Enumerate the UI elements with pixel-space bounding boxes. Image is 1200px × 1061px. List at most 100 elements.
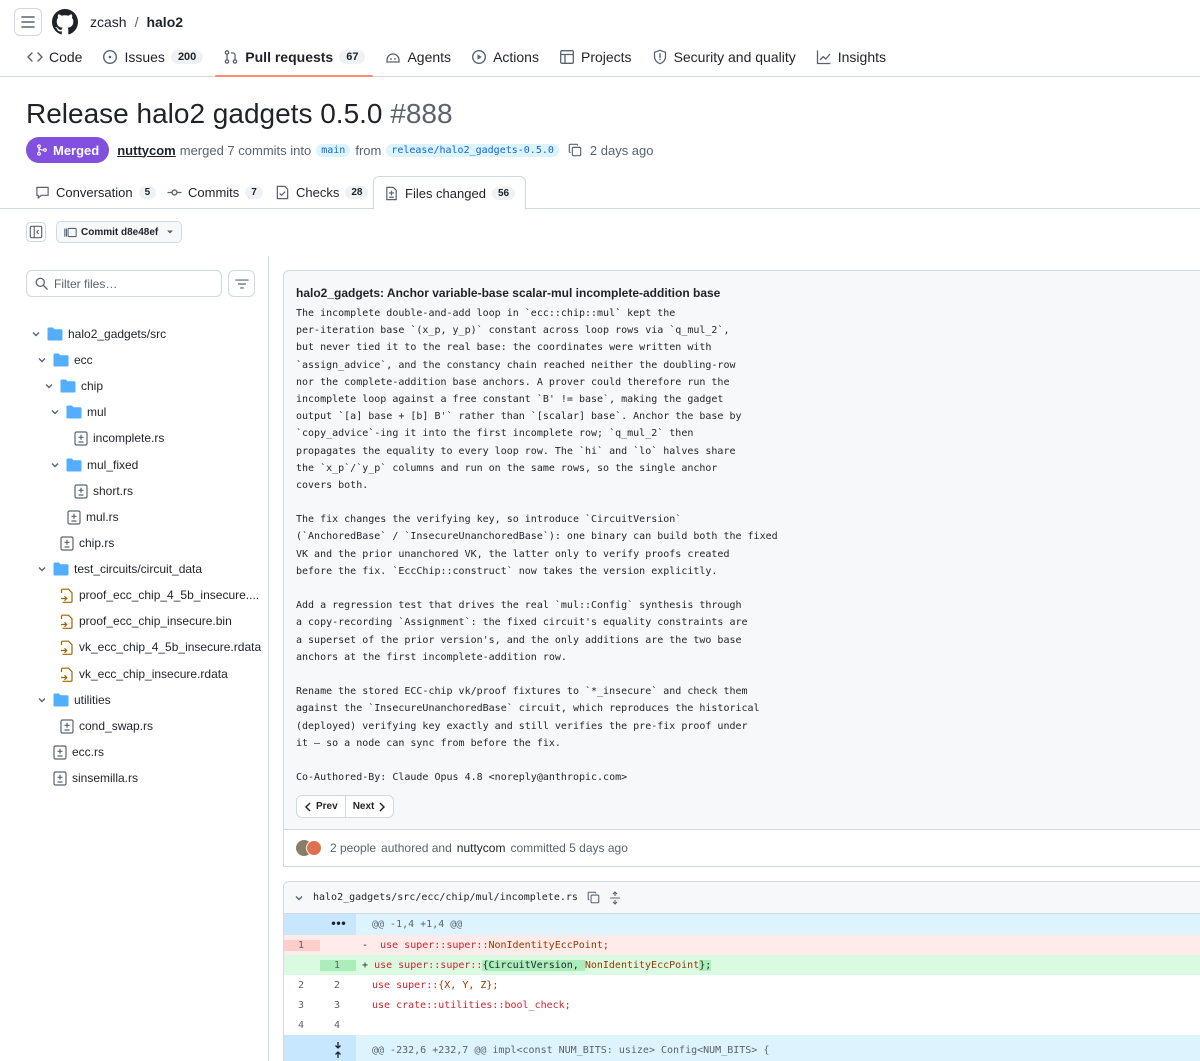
old-line-number[interactable]: 1 (284, 939, 320, 951)
sidebar-collapse-icon (29, 225, 43, 239)
menu-icon[interactable] (14, 8, 42, 36)
tree-file[interactable]: proof_ecc_chip_4_5b_insecure.... (60, 583, 259, 607)
tree-file[interactable]: chip.rs (60, 531, 114, 555)
diff-code: use super::{X, Y, Z}; (356, 980, 498, 991)
tree-file[interactable]: vk_ecc_chip_insecure.rdata (60, 662, 228, 686)
chevron-down-icon[interactable] (49, 460, 61, 470)
base-branch[interactable]: main (316, 143, 351, 157)
tree-folder[interactable]: ecc (36, 348, 93, 372)
search-icon (35, 277, 48, 290)
tab-count: 5 (138, 186, 157, 199)
tab-label: Commits (188, 185, 240, 200)
next-button[interactable]: Next (344, 796, 394, 817)
committed-text: committed 5 days ago (510, 841, 628, 855)
commit-select-dropdown[interactable]: Commit d8e48ef (56, 221, 183, 243)
chevron-down-icon[interactable] (36, 355, 48, 365)
pr-author-link[interactable]: nuttycom (117, 143, 176, 158)
tree-item-label: proof_ecc_chip_insecure.bin (79, 614, 232, 628)
expand-up-down-button[interactable] (320, 1035, 356, 1061)
copy-icon[interactable] (587, 891, 600, 904)
repo-nav-actions[interactable]: Actions (463, 44, 547, 70)
tab-conversation[interactable]: Conversation 5 (25, 176, 166, 209)
commit-body-line (296, 580, 778, 597)
from-text: from (355, 142, 382, 158)
chevron-down-icon[interactable] (36, 564, 48, 574)
tree-folder[interactable]: mul_fixed (49, 453, 138, 477)
merged-text: merged 7 commits into (179, 142, 312, 158)
commit-pagination: Prev Next (296, 795, 395, 818)
breadcrumb-separator: / (134, 14, 139, 30)
tree-file[interactable]: vk_ecc_chip_4_5b_insecure.rdata (60, 635, 261, 659)
prev-button[interactable]: Prev (297, 796, 345, 817)
tree-item-label: chip (81, 379, 104, 393)
tab-checks[interactable]: Checks 28 (265, 176, 378, 209)
diff-file-path[interactable]: halo2_gadgets/src/ecc/chip/mul/incomplet… (313, 892, 578, 903)
diff-file-header: halo2_gadgets/src/ecc/chip/mul/incomplet… (284, 882, 1200, 914)
repo-nav-pull-requests[interactable]: Pull requests 67 (215, 44, 374, 77)
tree-file[interactable]: proof_ecc_chip_insecure.bin (60, 609, 232, 633)
tree-folder[interactable]: halo2_gadgets/src (30, 322, 166, 346)
expand-all-icon[interactable] (609, 890, 621, 905)
committer-link[interactable]: nuttycom (457, 841, 506, 855)
github-logo-icon[interactable] (52, 9, 78, 35)
repo-owner-link[interactable]: zcash (90, 14, 127, 30)
old-line-number[interactable]: 3 (284, 1000, 320, 1011)
filter-options-button[interactable] (228, 270, 255, 297)
code-path: super::super:: (398, 959, 483, 971)
tree-folder[interactable]: chip (43, 374, 103, 398)
chevron-down-icon[interactable] (36, 695, 48, 705)
tab-commits[interactable]: Commits 7 (157, 176, 273, 209)
author-avatars[interactable] (296, 840, 322, 856)
repo-nav-issues[interactable]: Issues 200 (94, 44, 211, 70)
chevron-down-icon[interactable] (43, 381, 55, 391)
chevron-down-icon[interactable] (30, 329, 42, 339)
chevron-right-icon (379, 802, 386, 811)
global-header: zcash / halo2 (0, 0, 1200, 44)
tree-folder[interactable]: utilities (36, 688, 111, 712)
hunk-header: ••• @@ -1,4 +1,4 @@ (284, 914, 1200, 935)
new-line-number[interactable]: 1 (320, 959, 356, 971)
commit-body-line: The fix changes the verifying key, so in… (296, 514, 682, 526)
tree-file[interactable]: mul.rs (67, 505, 119, 529)
commit-author-row: 2 people authored and nuttycom committed… (283, 830, 1200, 867)
pr-meta: Merged nuttycom merged 7 commits into ma… (26, 137, 654, 163)
new-line-number[interactable]: 4 (320, 1020, 356, 1031)
expand-button[interactable]: ••• (320, 914, 356, 935)
repo-name-link[interactable]: halo2 (146, 14, 183, 30)
tree-file[interactable]: sinsemilla.rs (53, 766, 138, 790)
people-count[interactable]: 2 people (330, 841, 376, 855)
tree-item-label: halo2_gadgets/src (68, 327, 167, 341)
diff-line-context: 4 4 (284, 1015, 1200, 1035)
tree-file[interactable]: ecc.rs (53, 740, 104, 764)
diff-line-added: 1 + use super::super::{CircuitVersion, N… (284, 955, 1200, 975)
new-line-number[interactable]: 2 (320, 980, 356, 991)
comment-icon (36, 186, 49, 199)
tree-item-label: proof_ecc_chip_4_5b_insecure.... (79, 588, 260, 602)
tree-file[interactable]: cond_swap.rs (60, 714, 153, 738)
repo-nav-agents[interactable]: Agents (377, 44, 459, 70)
filter-files-input[interactable]: Filter files… (26, 270, 222, 297)
tree-folder[interactable]: test_circuits/circuit_data (36, 557, 202, 581)
old-line-number[interactable]: 4 (284, 1020, 320, 1031)
tab-files-changed[interactable]: Files changed 56 (373, 176, 527, 210)
tree-file[interactable]: incomplete.rs (74, 426, 164, 450)
toggle-file-tree-button[interactable] (26, 222, 46, 242)
repo-nav-projects[interactable]: Projects (551, 44, 640, 70)
repo-nav-security[interactable]: Security and quality (644, 44, 804, 70)
chevron-down-icon[interactable] (49, 407, 61, 417)
tree-item-label: ecc (74, 353, 93, 367)
tree-file[interactable]: short.rs (74, 479, 133, 503)
tree-folder[interactable]: mul (49, 400, 106, 424)
chevron-down-icon[interactable] (294, 893, 304, 903)
new-line-number[interactable]: 3 (320, 1000, 356, 1011)
checklist-icon (276, 185, 289, 200)
repo-nav-insights[interactable]: Insights (808, 44, 894, 70)
repo-nav-code[interactable]: Code (19, 44, 90, 70)
pull-requests-count-badge: 67 (339, 50, 366, 64)
code-path: super::super:: (404, 939, 489, 951)
old-line-number[interactable]: 2 (284, 980, 320, 991)
pr-number: #888 (390, 98, 453, 129)
head-branch[interactable]: release/halo2_gadgets-0.5.0 (386, 143, 559, 157)
expand-label: ••• (330, 919, 346, 930)
copy-icon[interactable] (568, 143, 582, 157)
